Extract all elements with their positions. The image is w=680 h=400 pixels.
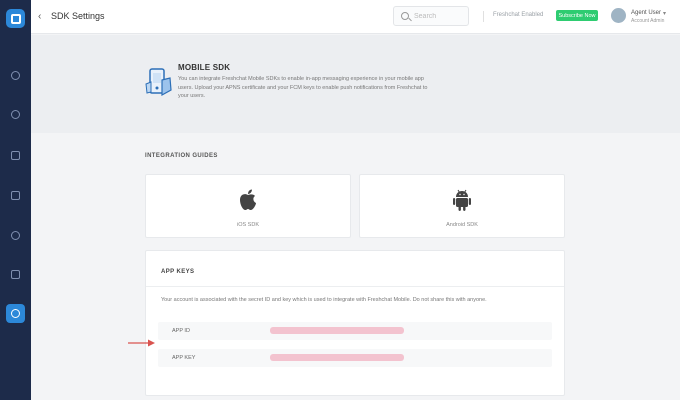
app-keys-title: APP KEYS bbox=[161, 269, 195, 275]
ios-sdk-card[interactable]: iOS SDK bbox=[145, 174, 351, 238]
back-chevron-icon[interactable]: ‹ bbox=[38, 11, 41, 22]
search-input[interactable] bbox=[414, 11, 466, 22]
app-key-value-redacted[interactable] bbox=[270, 354, 404, 361]
app-keys-divider bbox=[146, 286, 564, 287]
header-divider bbox=[483, 11, 484, 22]
search-icon bbox=[401, 12, 409, 20]
files-icon[interactable] bbox=[6, 265, 25, 284]
dashboard-icon[interactable] bbox=[6, 66, 25, 85]
status-badge[interactable]: Subscribe Now bbox=[556, 10, 598, 21]
mobile-sdk-banner: MOBILE SDK You can integrate Freshchat M… bbox=[31, 35, 680, 133]
banner-title: MOBILE SDK bbox=[178, 63, 231, 72]
app-key-label: APP KEY bbox=[172, 355, 196, 361]
app-keys-description: Your account is associated with the secr… bbox=[161, 297, 487, 303]
team-icon[interactable] bbox=[6, 226, 25, 245]
app-keys-card: APP KEYS Your account is associated with… bbox=[145, 250, 565, 396]
avatar[interactable] bbox=[611, 8, 626, 23]
top-header: ‹ SDK Settings Freshchat Enabled Subscri… bbox=[31, 0, 680, 34]
app-key-row: APP KEY bbox=[158, 349, 552, 367]
user-role: Account Admin bbox=[631, 18, 665, 24]
app-id-label: APP ID bbox=[172, 328, 190, 334]
app-id-row: APP ID bbox=[158, 322, 552, 340]
page-title: SDK Settings bbox=[51, 11, 105, 21]
settings-icon[interactable] bbox=[6, 304, 25, 323]
contacts-icon[interactable] bbox=[6, 105, 25, 124]
android-icon bbox=[453, 189, 471, 211]
user-name[interactable]: Agent User bbox=[631, 10, 661, 16]
sidebar bbox=[0, 0, 31, 400]
reports-icon[interactable] bbox=[6, 186, 25, 205]
campaigns-icon[interactable] bbox=[6, 146, 25, 165]
apple-icon bbox=[240, 189, 256, 210]
search-box[interactable] bbox=[393, 6, 469, 26]
ios-sdk-label: iOS SDK bbox=[236, 222, 259, 228]
android-sdk-card[interactable]: Android SDK bbox=[359, 174, 565, 238]
annotation-arrow-icon bbox=[128, 339, 155, 347]
android-sdk-label: Android SDK bbox=[446, 222, 478, 228]
chevron-down-icon[interactable]: ▾ bbox=[663, 10, 666, 17]
mobile-sdk-icon bbox=[145, 68, 172, 97]
banner-description: You can integrate Freshchat Mobile SDKs … bbox=[178, 76, 428, 99]
app-logo[interactable] bbox=[6, 9, 25, 28]
header-link[interactable]: Freshchat Enabled bbox=[493, 12, 543, 18]
app-id-value-redacted[interactable] bbox=[270, 327, 404, 334]
integration-guides-title: INTEGRATION GUIDES bbox=[145, 153, 218, 159]
